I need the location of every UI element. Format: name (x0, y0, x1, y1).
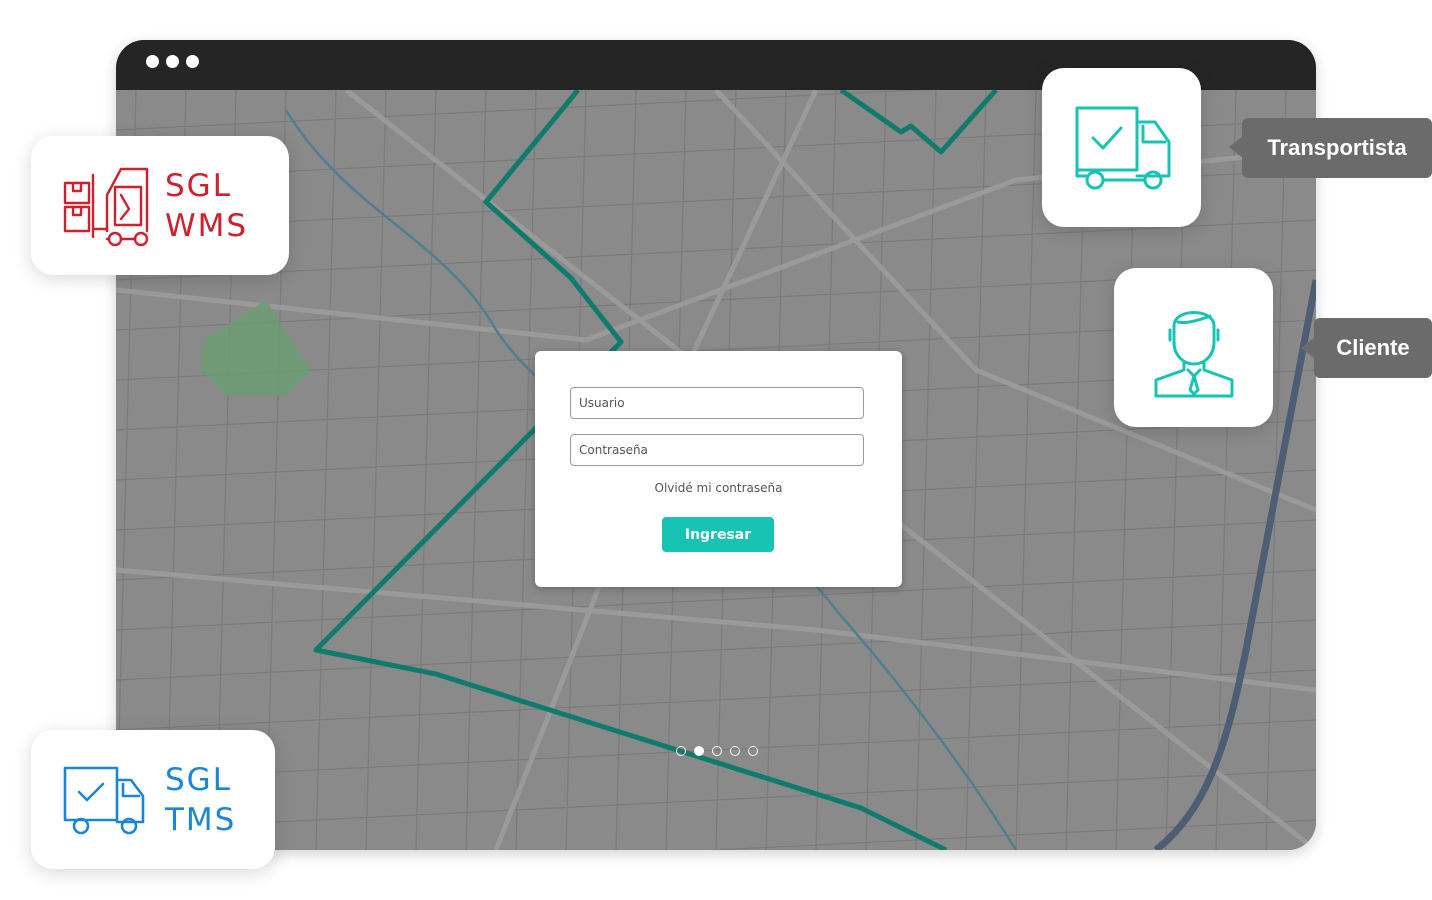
carousel-dot[interactable] (748, 746, 758, 756)
carousel-dot[interactable] (676, 746, 686, 756)
tms-brand-line2: TMS (165, 802, 237, 838)
client-role-card[interactable] (1114, 268, 1273, 427)
window-dot (146, 55, 159, 68)
wms-brand-line2: WMS (165, 208, 249, 244)
carrier-role-card[interactable] (1042, 68, 1201, 227)
carrier-tag-pointer (1229, 136, 1243, 158)
tms-brand-line1: SGL (165, 762, 232, 798)
carousel-dot[interactable] (712, 746, 722, 756)
carousel-dot[interactable] (730, 746, 740, 756)
client-tag-pointer (1301, 337, 1315, 359)
username-input[interactable] (570, 387, 864, 419)
window-dot (166, 55, 179, 68)
window-dot (186, 55, 199, 68)
login-button[interactable]: Ingresar (662, 517, 774, 552)
sgl-wms-card[interactable]: SGL WMS (31, 136, 289, 275)
carousel-dot-active[interactable] (694, 746, 704, 756)
truck-check-icon (1075, 106, 1171, 190)
password-input[interactable] (570, 434, 864, 466)
person-icon (1154, 311, 1234, 398)
wms-brand-line1: SGL (165, 168, 232, 204)
login-form: Olvidé mi contraseña Ingresar (535, 351, 902, 587)
carrier-role-label: Transportista (1242, 118, 1432, 178)
forklift-icon (63, 167, 149, 247)
sgl-tms-card[interactable]: SGL TMS (31, 730, 275, 869)
client-role-label: Cliente (1314, 318, 1432, 378)
forgot-password-link[interactable]: Olvidé mi contraseña (535, 481, 902, 495)
delivery-truck-icon (63, 766, 145, 835)
